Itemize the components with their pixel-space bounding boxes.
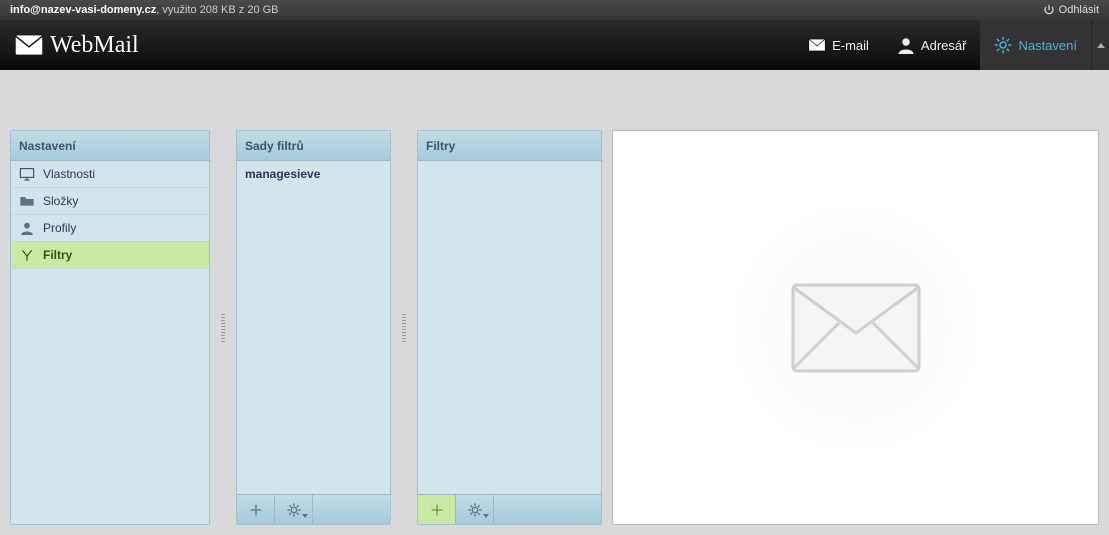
logo: WebMail bbox=[14, 32, 139, 59]
plus-icon bbox=[248, 502, 264, 518]
plus-icon bbox=[429, 502, 445, 518]
status-info: info@nazev-vasi-domeny.cz, využito 208 K… bbox=[10, 4, 1043, 16]
settings-item-label: Vlastnosti bbox=[43, 167, 95, 181]
settings-panel: Nastavení Vlastnosti Složky Profily Filt… bbox=[10, 130, 210, 525]
folder-icon bbox=[19, 194, 35, 208]
filtersets-panel-body: managesieve bbox=[237, 161, 390, 494]
add-filterset-button[interactable] bbox=[237, 495, 275, 524]
filtersets-footer bbox=[237, 494, 390, 524]
logo-text: WebMail bbox=[50, 32, 139, 59]
splitter[interactable] bbox=[220, 130, 226, 525]
nav-settings[interactable]: Nastavení bbox=[980, 20, 1091, 70]
filter-icon bbox=[19, 248, 35, 262]
envelope-icon bbox=[808, 36, 826, 54]
filterset-actions-button[interactable] bbox=[275, 495, 313, 524]
logout-label: Odhlásit bbox=[1059, 4, 1099, 16]
filters-footer bbox=[418, 494, 601, 524]
settings-item-folders[interactable]: Složky bbox=[11, 188, 209, 215]
logout-link[interactable]: Odhlásit bbox=[1043, 4, 1099, 16]
chevron-down-icon bbox=[302, 514, 308, 518]
status-bar: info@nazev-vasi-domeny.cz, využito 208 K… bbox=[0, 0, 1109, 20]
filters-panel-header: Filtry bbox=[418, 131, 601, 161]
settings-item-label: Složky bbox=[43, 194, 78, 208]
nav-dropdown-toggle[interactable] bbox=[1091, 20, 1109, 70]
filterset-item-label: managesieve bbox=[245, 167, 320, 181]
settings-item-preferences[interactable]: Vlastnosti bbox=[11, 161, 209, 188]
filterset-item[interactable]: managesieve bbox=[237, 161, 390, 187]
settings-item-filters[interactable]: Filtry bbox=[11, 242, 209, 269]
settings-panel-header: Nastavení bbox=[11, 131, 209, 161]
status-email: info@nazev-vasi-domeny.cz bbox=[10, 4, 156, 16]
filters-panel: Filtry bbox=[417, 130, 602, 525]
status-usage: , využito 208 KB z 20 GB bbox=[156, 4, 278, 16]
chevron-down-icon bbox=[483, 514, 489, 518]
grip-icon bbox=[402, 314, 406, 342]
grip-icon bbox=[221, 314, 225, 342]
gear-icon bbox=[994, 36, 1012, 54]
settings-item-label: Profily bbox=[43, 221, 76, 235]
add-filter-button[interactable] bbox=[418, 495, 456, 524]
splitter[interactable] bbox=[401, 130, 407, 525]
person-icon bbox=[897, 36, 915, 54]
filter-actions-button[interactable] bbox=[456, 495, 494, 524]
envelope-icon bbox=[791, 283, 921, 373]
filtersets-panel-header: Sady filtrů bbox=[237, 131, 390, 161]
settings-panel-body: Vlastnosti Složky Profily Filtry bbox=[11, 161, 209, 524]
nav-addressbook[interactable]: Adresář bbox=[883, 20, 981, 70]
triangle-up-icon bbox=[1097, 43, 1105, 48]
filtersets-list: managesieve bbox=[237, 161, 390, 187]
filters-panel-body bbox=[418, 161, 601, 494]
nav-email[interactable]: E-mail bbox=[794, 20, 883, 70]
settings-item-label: Filtry bbox=[43, 248, 72, 262]
nav-email-label: E-mail bbox=[832, 38, 869, 53]
content-area: Nastavení Vlastnosti Složky Profily Filt… bbox=[0, 70, 1109, 535]
settings-nav-list: Vlastnosti Složky Profily Filtry bbox=[11, 161, 209, 269]
nav-settings-label: Nastavení bbox=[1018, 38, 1077, 53]
main-header: WebMail E-mail Adresář Nastavení bbox=[0, 20, 1109, 70]
filtersets-panel: Sady filtrů managesieve bbox=[236, 130, 391, 525]
preview-pane bbox=[612, 130, 1099, 525]
monitor-icon bbox=[19, 167, 35, 181]
watermark bbox=[726, 198, 986, 458]
envelope-icon bbox=[14, 34, 44, 56]
gear-icon bbox=[467, 502, 483, 518]
gear-icon bbox=[286, 502, 302, 518]
settings-item-identities[interactable]: Profily bbox=[11, 215, 209, 242]
power-icon bbox=[1043, 4, 1055, 16]
person-icon bbox=[19, 221, 35, 235]
nav-addressbook-label: Adresář bbox=[921, 38, 967, 53]
